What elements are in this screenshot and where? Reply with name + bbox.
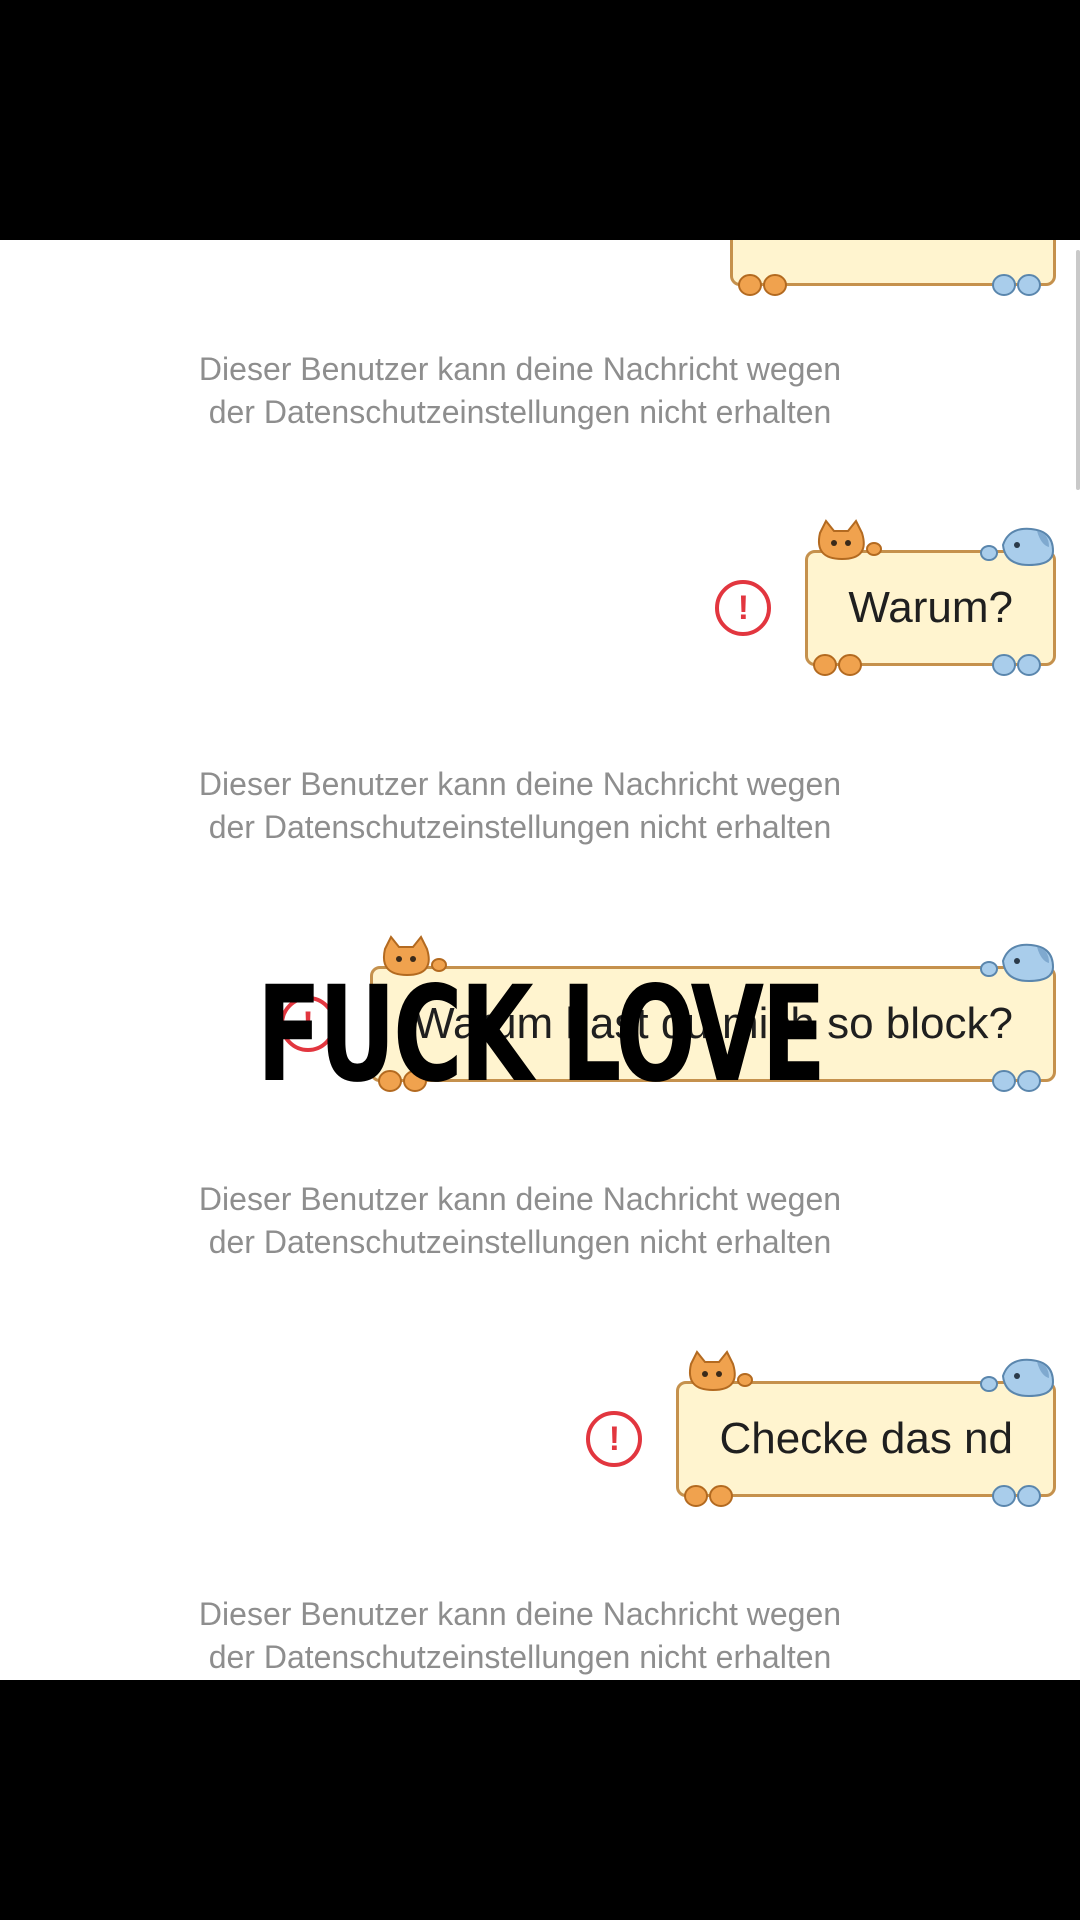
paw-prints-icon: [992, 274, 1041, 296]
message-bubble-partial[interactable]: [730, 240, 1056, 296]
overlay-caption: FUCK LOVE: [256, 958, 826, 1112]
message-row: ! Checke das nd: [586, 1350, 1056, 1507]
cat-sticker-icon: [689, 1350, 754, 1392]
bottom-letterbox: [0, 1680, 1080, 1920]
top-letterbox: [0, 0, 1080, 240]
message-text: Checke das nd: [719, 1414, 1013, 1463]
paw-prints-icon: [684, 1485, 734, 1507]
message-row: [730, 240, 1056, 296]
paw-prints-icon: [738, 274, 787, 296]
privacy-notice: Dieser Benutzer kann deine Nachricht weg…: [198, 1181, 842, 1260]
paw-prints-icon: [813, 654, 863, 676]
message-row: ! Warum?: [715, 519, 1056, 676]
paw-prints-icon: [992, 1070, 1041, 1092]
message-bubble[interactable]: Warum?: [805, 519, 1056, 676]
privacy-notice: Dieser Benutzer kann deine Nachricht weg…: [198, 766, 842, 845]
message-bubble[interactable]: Checke das nd: [676, 1350, 1056, 1507]
paw-prints-icon: [992, 1485, 1041, 1507]
dog-sticker-icon: [980, 943, 1055, 983]
privacy-notice: Dieser Benutzer kann deine Nachricht weg…: [198, 351, 842, 430]
dog-sticker-icon: [980, 527, 1055, 567]
scrollbar[interactable]: [1076, 250, 1080, 490]
privacy-notice: Dieser Benutzer kann deine Nachricht weg…: [198, 1596, 842, 1675]
cat-sticker-icon: [818, 519, 883, 561]
message-text: Warum?: [848, 583, 1013, 632]
send-failed-icon[interactable]: !: [586, 1411, 643, 1467]
dog-sticker-icon: [980, 1358, 1055, 1398]
paw-prints-icon: [992, 654, 1041, 676]
send-failed-icon[interactable]: !: [715, 580, 772, 636]
